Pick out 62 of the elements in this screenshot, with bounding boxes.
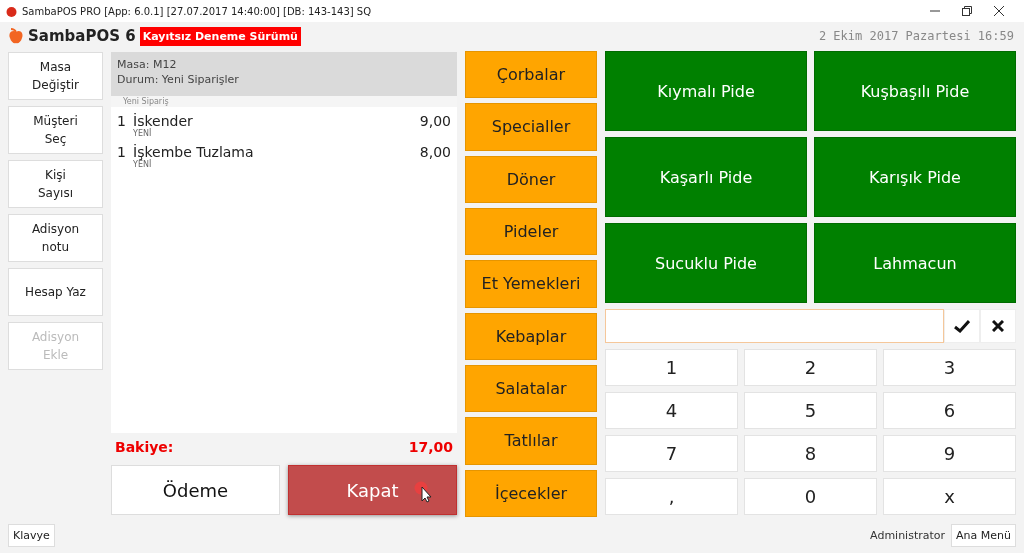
order-tag: YENİ [133, 160, 420, 169]
numpad-key[interactable]: 6 [883, 392, 1016, 429]
numpad-key[interactable]: 4 [605, 392, 738, 429]
numpad-key[interactable]: 1 [605, 349, 738, 386]
category-button[interactable]: Döner [465, 155, 597, 203]
restore-icon[interactable] [962, 6, 972, 16]
product-button[interactable]: Sucuklu Pide [605, 223, 807, 303]
category-button[interactable]: İçecekler [465, 469, 597, 517]
order-quantity: 1 [117, 113, 127, 129]
action-button[interactable]: Hesap Yaz [8, 268, 103, 316]
order-price: 8,00 [419, 144, 451, 160]
payment-button[interactable]: Ödeme [111, 465, 280, 515]
product-button[interactable]: Lahmacun [814, 223, 1016, 303]
product-button[interactable]: Kaşarlı Pide [605, 137, 807, 217]
close-ticket-button[interactable]: Kapat [288, 465, 457, 515]
category-button[interactable]: Specialler [465, 103, 597, 151]
category-button[interactable]: Çorbalar [465, 51, 597, 99]
numpad-key[interactable]: , [605, 478, 738, 515]
balance-label: Bakiye: [115, 439, 174, 455]
trial-badge: Kayıtsız Deneme Sürümü [139, 26, 301, 46]
order-tag: YENİ [133, 129, 420, 138]
window-title: SambaPOS PRO [App: 6.0.1] [27.07.2017 14:40:00] [DB: 143-143] SQ [22, 5, 373, 17]
action-button[interactable]: Masa Değiştir [8, 52, 103, 100]
balance-amount: 17,00 [408, 439, 453, 455]
order-price: 9,00 [419, 113, 451, 129]
close-icon[interactable] [994, 6, 1004, 16]
action-button[interactable]: Adisyon notu [8, 214, 103, 262]
numpad-key[interactable]: 5 [744, 392, 877, 429]
table-label: Masa: M12 [117, 58, 178, 71]
user-name: Administrator [870, 528, 946, 542]
numpad-key[interactable]: 2 [744, 349, 877, 386]
order-quantity: 1 [117, 144, 127, 160]
product-button[interactable]: Karışık Pide [814, 137, 1016, 217]
numpad-key[interactable]: 0 [744, 478, 877, 515]
numpad-key[interactable]: 3 [883, 349, 1016, 386]
app-logo: SambaPOS 6 [28, 27, 136, 45]
main-menu-button[interactable]: Ana Menü [951, 523, 1016, 547]
action-button[interactable]: Müşteri Seç [8, 106, 103, 154]
numpad-key[interactable]: 7 [605, 435, 738, 472]
order-name[interactable]: İskender [133, 113, 420, 129]
input-field[interactable] [605, 309, 944, 343]
category-button[interactable]: Kebaplar [465, 312, 597, 360]
keyboard-button[interactable]: Klavye [8, 523, 55, 547]
product-button[interactable]: Kuşbaşılı Pide [814, 51, 1016, 131]
product-button[interactable]: Kıymalı Pide [605, 51, 807, 131]
date-time: 2 Ekim 2017 Pazartesi 16:59 [818, 29, 1014, 43]
cursor-icon [414, 481, 434, 503]
category-button[interactable]: Pideler [465, 208, 597, 256]
clear-button[interactable] [980, 309, 1016, 343]
close-icon [992, 320, 1004, 332]
category-button[interactable]: Et Yemekleri [465, 260, 597, 308]
category-button[interactable]: Salatalar [465, 364, 597, 413]
status-label: Durum: Yeni Siparişler [117, 73, 240, 86]
action-button[interactable]: Kişi Sayısı [8, 160, 103, 208]
category-button[interactable]: Tatlılar [465, 417, 597, 465]
order-name[interactable]: İşkembe Tuzlama [133, 144, 420, 160]
numpad-key[interactable]: x [883, 478, 1016, 515]
numpad-key[interactable]: 9 [883, 435, 1016, 472]
check-icon [954, 319, 970, 333]
confirm-button[interactable] [944, 309, 980, 343]
numpad-key[interactable]: 8 [744, 435, 877, 472]
group-label: Yeni Sipariş [123, 97, 169, 106]
